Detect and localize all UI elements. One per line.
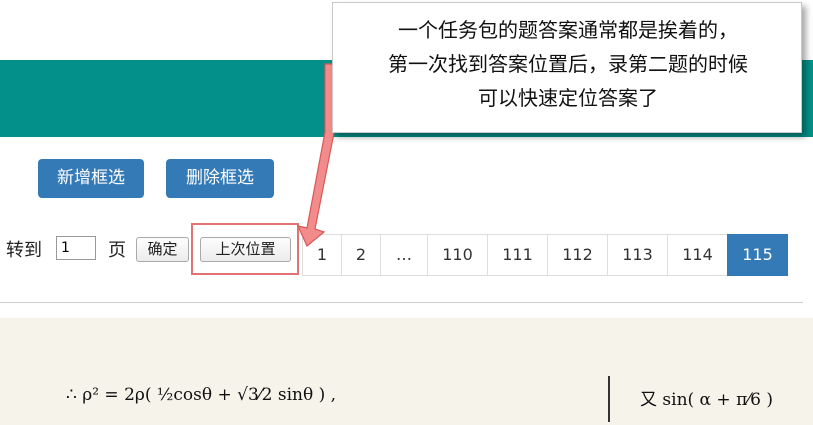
annotation-callout: 一个任务包的题答案通常都是挨着的， 第一次找到答案位置后，录第二题的时候 可以快… bbox=[332, 2, 802, 133]
callout-text: 一个任务包的题答案通常都是挨着的， 第一次找到答案位置后，录第二题的时候 可以快… bbox=[388, 18, 748, 110]
